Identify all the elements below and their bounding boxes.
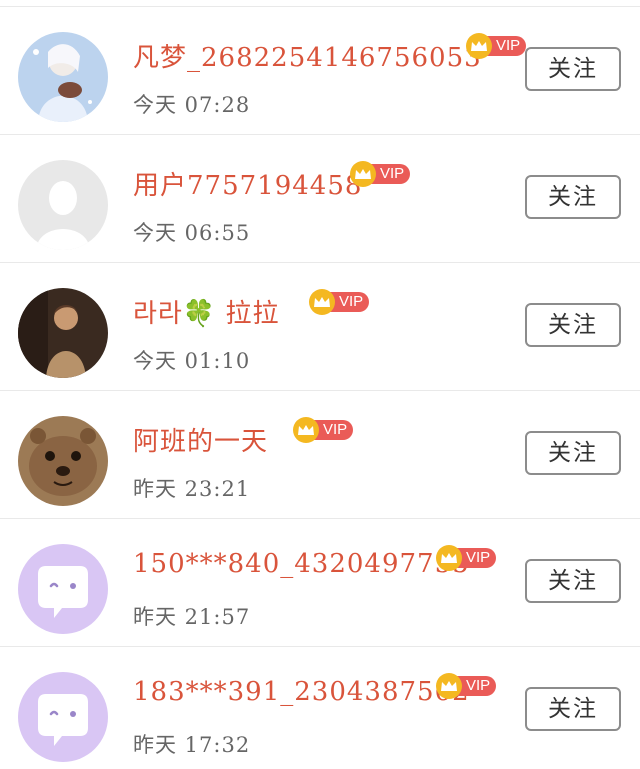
follow-button[interactable]: 关注 (525, 175, 621, 219)
follow-button[interactable]: 关注 (525, 559, 621, 603)
follow-button[interactable]: 关注 (525, 431, 621, 475)
avatar[interactable] (18, 672, 108, 762)
crown-icon (466, 33, 492, 59)
vip-badge: VIP (309, 289, 370, 315)
list-item[interactable]: 라라🍀 拉拉 VIP 今天 01:10 关注 (0, 263, 640, 391)
timestamp: 昨天 23:21 (133, 477, 251, 501)
timestamp: 今天 01:10 (133, 349, 251, 373)
list-item[interactable]: 150***840_4320497755 VIP 昨天 21:57 关注 (0, 519, 640, 647)
avatar[interactable] (18, 416, 108, 506)
timestamp: 昨天 21:57 (133, 605, 251, 629)
crown-icon (436, 673, 462, 699)
vip-badge: VIP (350, 161, 411, 187)
username[interactable]: 阿班的一天 (133, 421, 268, 458)
vip-badge: VIP (466, 33, 527, 59)
crown-icon (309, 289, 335, 315)
username[interactable]: 라라🍀 拉拉 (133, 293, 279, 330)
avatar[interactable] (18, 288, 108, 378)
user-list: 凡梦_2682254146756053 VIP 今天 07:28 关注 用户77… (0, 0, 640, 769)
follow-button[interactable]: 关注 (525, 303, 621, 347)
avatar[interactable] (18, 544, 108, 634)
username[interactable]: 183***391_2304387562 (133, 677, 470, 707)
list-item[interactable]: 凡梦_2682254146756053 VIP 今天 07:28 关注 (0, 7, 640, 135)
avatar[interactable] (18, 32, 108, 122)
list-item[interactable]: 用户7757194458 VIP 今天 06:55 关注 (0, 135, 640, 263)
vip-badge: VIP (293, 417, 354, 443)
follow-button[interactable]: 关注 (525, 687, 621, 731)
username[interactable]: 150***840_4320497755 (133, 549, 470, 579)
avatar[interactable] (18, 160, 108, 250)
list-item[interactable]: 183***391_2304387562 VIP 昨天 17:32 关注 (0, 647, 640, 769)
vip-badge: VIP (436, 673, 497, 699)
username[interactable]: 凡梦_2682254146756053 (133, 37, 482, 74)
vip-badge: VIP (436, 545, 497, 571)
crown-icon (350, 161, 376, 187)
follow-button[interactable]: 关注 (525, 47, 621, 91)
timestamp: 今天 07:28 (133, 93, 251, 117)
timestamp: 昨天 17:32 (133, 733, 251, 757)
username[interactable]: 用户7757194458 (133, 165, 362, 202)
crown-icon (436, 545, 462, 571)
crown-icon (293, 417, 319, 443)
timestamp: 今天 06:55 (133, 221, 251, 245)
list-item[interactable]: 阿班的一天 VIP 昨天 23:21 关注 (0, 391, 640, 519)
